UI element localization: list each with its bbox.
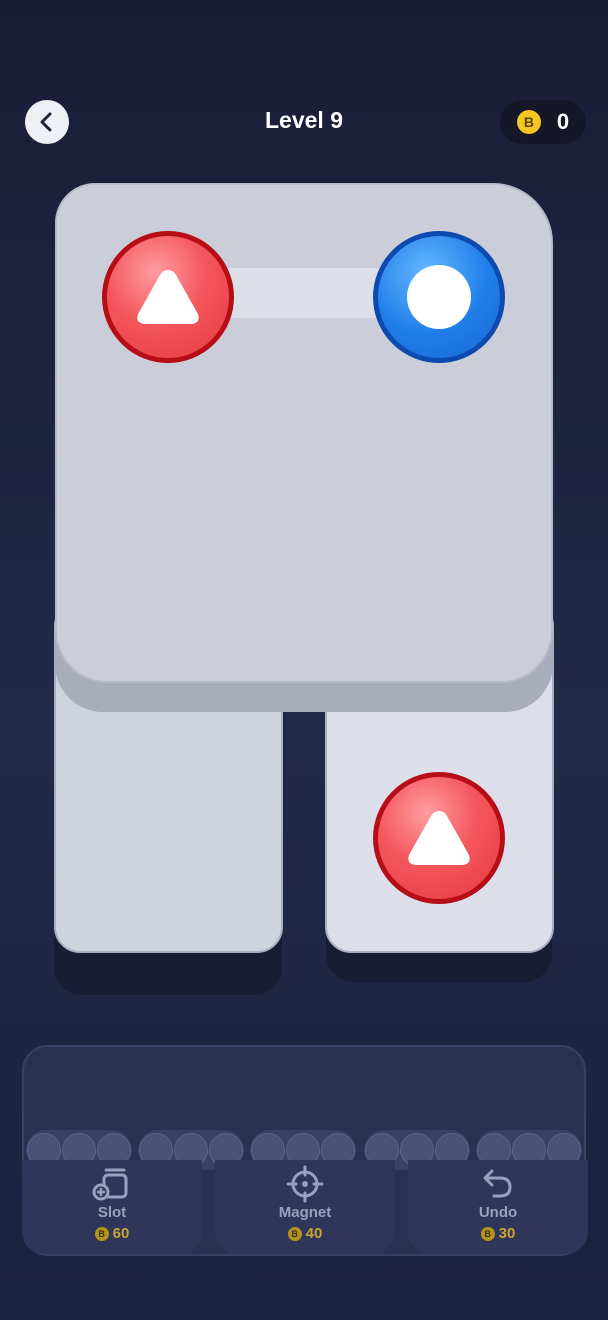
triangle-icon (137, 270, 199, 324)
booster-cost: B 40 (287, 1225, 323, 1242)
circle-icon (407, 265, 471, 329)
undo-booster-button[interactable]: Undo B 30 (408, 1160, 588, 1254)
add-slot-icon (92, 1166, 132, 1202)
triangle-icon (408, 811, 470, 865)
booster-label: Undo (478, 1204, 518, 1221)
crosshair-icon (286, 1165, 324, 1203)
blue-circle-piece[interactable] (373, 231, 505, 363)
booster-label: Slot (97, 1204, 127, 1221)
red-triangle-piece[interactable] (102, 231, 234, 363)
slab-rail (220, 268, 390, 318)
slot-booster-button[interactable]: Slot B 60 (22, 1160, 202, 1254)
coin-icon: B (480, 1226, 495, 1241)
booster-cost: B 60 (94, 1225, 130, 1242)
red-triangle-piece[interactable] (373, 772, 505, 904)
magnet-booster-button[interactable]: Magnet B 40 (215, 1160, 395, 1254)
undo-arrow-icon (480, 1166, 516, 1202)
coin-icon: B (94, 1226, 109, 1241)
booster-label: Magnet (278, 1204, 332, 1221)
cost-value: 30 (498, 1225, 516, 1242)
cost-value: 40 (305, 1225, 323, 1242)
booster-cost: B 30 (480, 1225, 516, 1242)
coin-icon: B (287, 1226, 302, 1241)
game-board (0, 0, 608, 1040)
cost-value: 60 (112, 1225, 130, 1242)
